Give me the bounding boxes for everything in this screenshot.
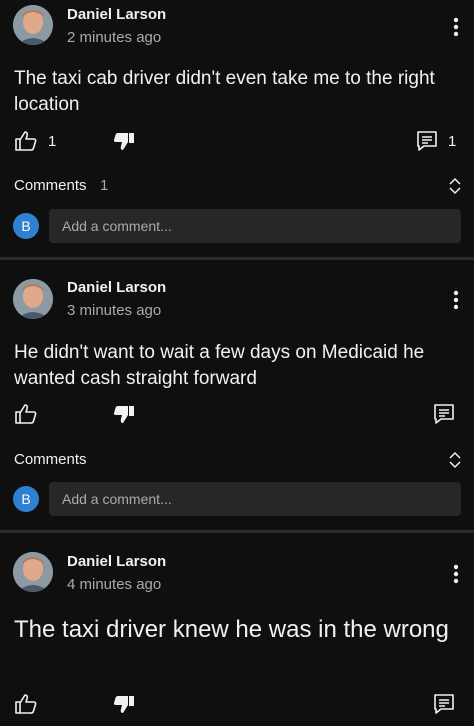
comment-post-2: Daniel Larson 3 minutes ago He didn't wa… xyxy=(0,260,474,530)
more-vertical-icon[interactable] xyxy=(446,562,466,586)
comment-post-3: Daniel Larson 4 minutes ago The taxi dri… xyxy=(0,533,474,726)
author-name[interactable]: Daniel Larson xyxy=(67,6,166,23)
user-avatar: B xyxy=(13,213,39,239)
thumbs-down-icon[interactable] xyxy=(113,403,135,430)
reply-count: 1 xyxy=(448,133,457,150)
comment-icon[interactable] xyxy=(416,130,438,157)
comments-count: 1 xyxy=(100,177,109,194)
expand-icon[interactable] xyxy=(447,450,463,470)
thumbs-up-icon[interactable] xyxy=(14,130,38,157)
avatar[interactable] xyxy=(13,5,53,45)
thumbs-up-icon[interactable] xyxy=(14,403,38,430)
comment-icon[interactable] xyxy=(433,693,455,720)
comment-text: The taxi driver knew he was in the wrong xyxy=(14,616,449,643)
timestamp: 3 minutes ago xyxy=(67,302,162,319)
user-avatar: B xyxy=(13,486,39,512)
thumbs-up-icon[interactable] xyxy=(14,693,38,720)
comment-icon[interactable] xyxy=(433,403,455,430)
thumbs-down-icon[interactable] xyxy=(113,693,135,720)
more-vertical-icon[interactable] xyxy=(446,288,466,312)
author-name[interactable]: Daniel Larson xyxy=(67,279,166,296)
timestamp: 2 minutes ago xyxy=(67,29,162,46)
like-count: 1 xyxy=(48,133,57,150)
timestamp: 4 minutes ago xyxy=(67,576,162,593)
expand-icon[interactable] xyxy=(447,176,463,196)
comments-header[interactable]: Comments xyxy=(14,451,87,468)
comment-text: The taxi cab driver didn't even take me … xyxy=(14,68,435,115)
author-name[interactable]: Daniel Larson xyxy=(67,553,166,570)
avatar[interactable] xyxy=(13,552,53,592)
thumbs-down-icon[interactable] xyxy=(113,130,135,157)
comment-text: He didn't want to wait a few days on Med… xyxy=(14,342,425,389)
add-comment-input[interactable]: Add a comment... xyxy=(49,482,461,516)
comments-header[interactable]: Comments xyxy=(14,177,87,194)
avatar[interactable] xyxy=(13,279,53,319)
comment-post-1: Daniel Larson 2 minutes ago The taxi cab… xyxy=(0,0,474,257)
add-comment-input[interactable]: Add a comment... xyxy=(49,209,461,243)
more-vertical-icon[interactable] xyxy=(446,15,466,39)
